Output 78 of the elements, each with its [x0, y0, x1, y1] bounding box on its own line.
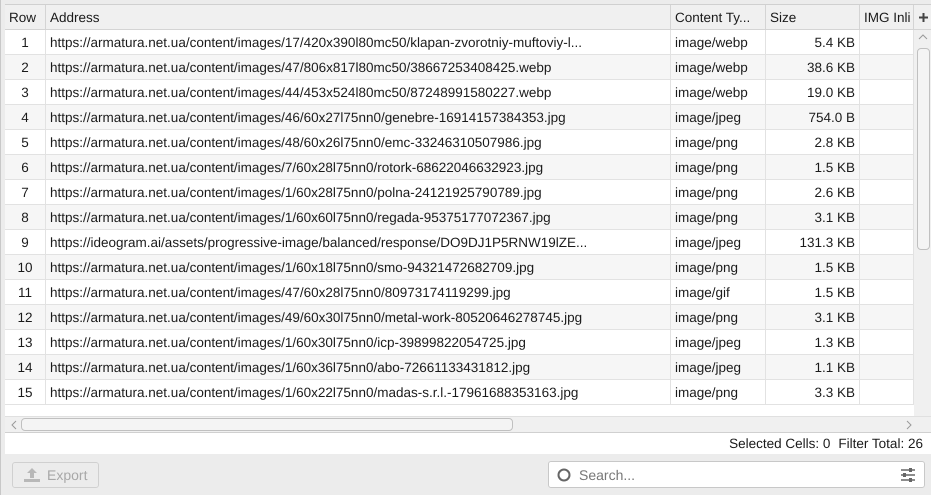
- content-type-cell: image/png: [671, 180, 766, 204]
- address-cell: https://armatura.net.ua/content/images/1/60x18l75nn0/smo-94321472682709.jpg: [46, 255, 671, 279]
- content-type-cell: image/webp: [671, 30, 766, 54]
- size-cell: 19.0 KB: [766, 80, 860, 104]
- row-number: 3: [5, 80, 46, 104]
- content-type-cell: image/png: [671, 305, 766, 329]
- address-cell: https://armatura.net.ua/content/images/7/60x28l75nn0/rotork-68622046632923.jpg: [46, 155, 671, 179]
- row-number: 11: [5, 280, 46, 304]
- filter-total-label: Filter Total: 26: [838, 436, 923, 451]
- horizontal-scrollbar[interactable]: [5, 416, 931, 432]
- content-type-cell: image/jpeg: [671, 355, 766, 379]
- row-number: 10: [5, 255, 46, 279]
- search-field[interactable]: Search...: [577, 466, 894, 484]
- column-header[interactable]: IMG Inli: [860, 5, 914, 30]
- content-type-cell: image/png: [671, 155, 766, 179]
- row-number: 12: [5, 305, 46, 329]
- column-header[interactable]: Content Ty...: [671, 5, 766, 30]
- size-cell: 5.4 KB: [766, 30, 860, 54]
- row-number: 8: [5, 205, 46, 229]
- scroll-up-icon[interactable]: [918, 34, 928, 40]
- row-number: 9: [5, 230, 46, 254]
- address-cell: https://armatura.net.ua/content/images/1/60x22l75nn0/madas-s.r.l.-17961688353163.jpg: [46, 380, 671, 404]
- address-cell: https://armatura.net.ua/content/images/46/60x27l75nn0/genebre-16914157384353.jpg: [46, 105, 671, 129]
- address-cell: https://armatura.net.ua/content/images/47/806x817l80mc50/38667253408425.webp: [46, 55, 671, 79]
- address-cell: https://armatura.net.ua/content/images/1/60x60l75nn0/regada-95375177072367.jpg: [46, 205, 671, 229]
- content-type-cell: image/gif: [671, 280, 766, 304]
- row-number: 13: [5, 330, 46, 354]
- content-type-cell: image/webp: [671, 80, 766, 104]
- content-type-cell: image/png: [671, 380, 766, 404]
- address-cell: https://armatura.net.ua/content/images/1/60x36l75nn0/abo-72661133431812.jpg: [46, 355, 671, 379]
- row-number: 2: [5, 55, 46, 79]
- filter-settings-icon[interactable]: [900, 468, 916, 482]
- selected-cells-label: Selected Cells: 0: [729, 436, 830, 451]
- size-cell: 754.0 B: [766, 105, 860, 129]
- row-number: 6: [5, 155, 46, 179]
- column-header[interactable]: Address: [46, 5, 671, 30]
- size-cell: 3.3 KB: [766, 380, 860, 404]
- size-cell: 1.5 KB: [766, 280, 860, 304]
- size-cell: 3.1 KB: [766, 205, 860, 229]
- column-header[interactable]: Size: [766, 5, 860, 30]
- row-number: 1: [5, 30, 46, 54]
- row-number: 15: [5, 380, 46, 404]
- address-cell: https://armatura.net.ua/content/images/47/60x28l75nn0/80973174119299.jpg: [46, 280, 671, 304]
- address-cell: https://armatura.net.ua/content/images/1/60x28l75nn0/polna-24121925790789.jpg: [46, 180, 671, 204]
- content-type-cell: image/png: [671, 255, 766, 279]
- address-cell: https://armatura.net.ua/content/images/49/60x30l75nn0/metal-work-80520646278745.jpg: [46, 305, 671, 329]
- row-number: 14: [5, 355, 46, 379]
- column-header[interactable]: Row: [5, 5, 46, 30]
- size-cell: 3.1 KB: [766, 305, 860, 329]
- size-cell: 131.3 KB: [766, 230, 860, 254]
- upload-icon: [23, 466, 41, 482]
- scroll-right-icon[interactable]: [906, 420, 912, 430]
- size-cell: 1.5 KB: [766, 255, 860, 279]
- search-field[interactable]: Search...: [548, 461, 925, 488]
- search-icon: [557, 468, 571, 482]
- size-cell: 38.6 KB: [766, 55, 860, 79]
- size-cell: 2.6 KB: [766, 180, 860, 204]
- add-column-icon[interactable]: [914, 5, 931, 30]
- address-cell: https://armatura.net.ua/content/images/1/60x30l75nn0/icp-39899822054725.jpg: [46, 330, 671, 354]
- content-type-cell: image/jpeg: [671, 330, 766, 354]
- address-cell: https://armatura.net.ua/content/images/48/60x26l75nn0/emc-33246310507986.jpg: [46, 130, 671, 154]
- content-type-cell: image/webp: [671, 55, 766, 79]
- row-number: 5: [5, 130, 46, 154]
- row-number: 4: [5, 105, 46, 129]
- content-type-cell: image/jpeg: [671, 230, 766, 254]
- size-cell: 1.1 KB: [766, 355, 860, 379]
- row-number: 7: [5, 180, 46, 204]
- content-type-cell: image/jpeg: [671, 105, 766, 129]
- address-cell: https://armatura.net.ua/content/images/17/420x390l80mc50/klapan-zvorotniy-muftoviy-l...: [46, 30, 671, 54]
- content-type-cell: image/png: [671, 130, 766, 154]
- vertical-scrollbar[interactable]: [914, 30, 931, 416]
- content-type-cell: image/png: [671, 205, 766, 229]
- size-cell: 2.8 KB: [766, 130, 860, 154]
- size-cell: 1.3 KB: [766, 330, 860, 354]
- scroll-left-icon[interactable]: [11, 420, 17, 430]
- address-cell: https://ideogram.ai/assets/progressive-image/balanced/response/DO9DJ1P5RNW19lZE...: [46, 230, 671, 254]
- size-cell: 1.5 KB: [766, 155, 860, 179]
- address-cell: https://armatura.net.ua/content/images/44/453x524l80mc50/87248991580227.webp: [46, 80, 671, 104]
